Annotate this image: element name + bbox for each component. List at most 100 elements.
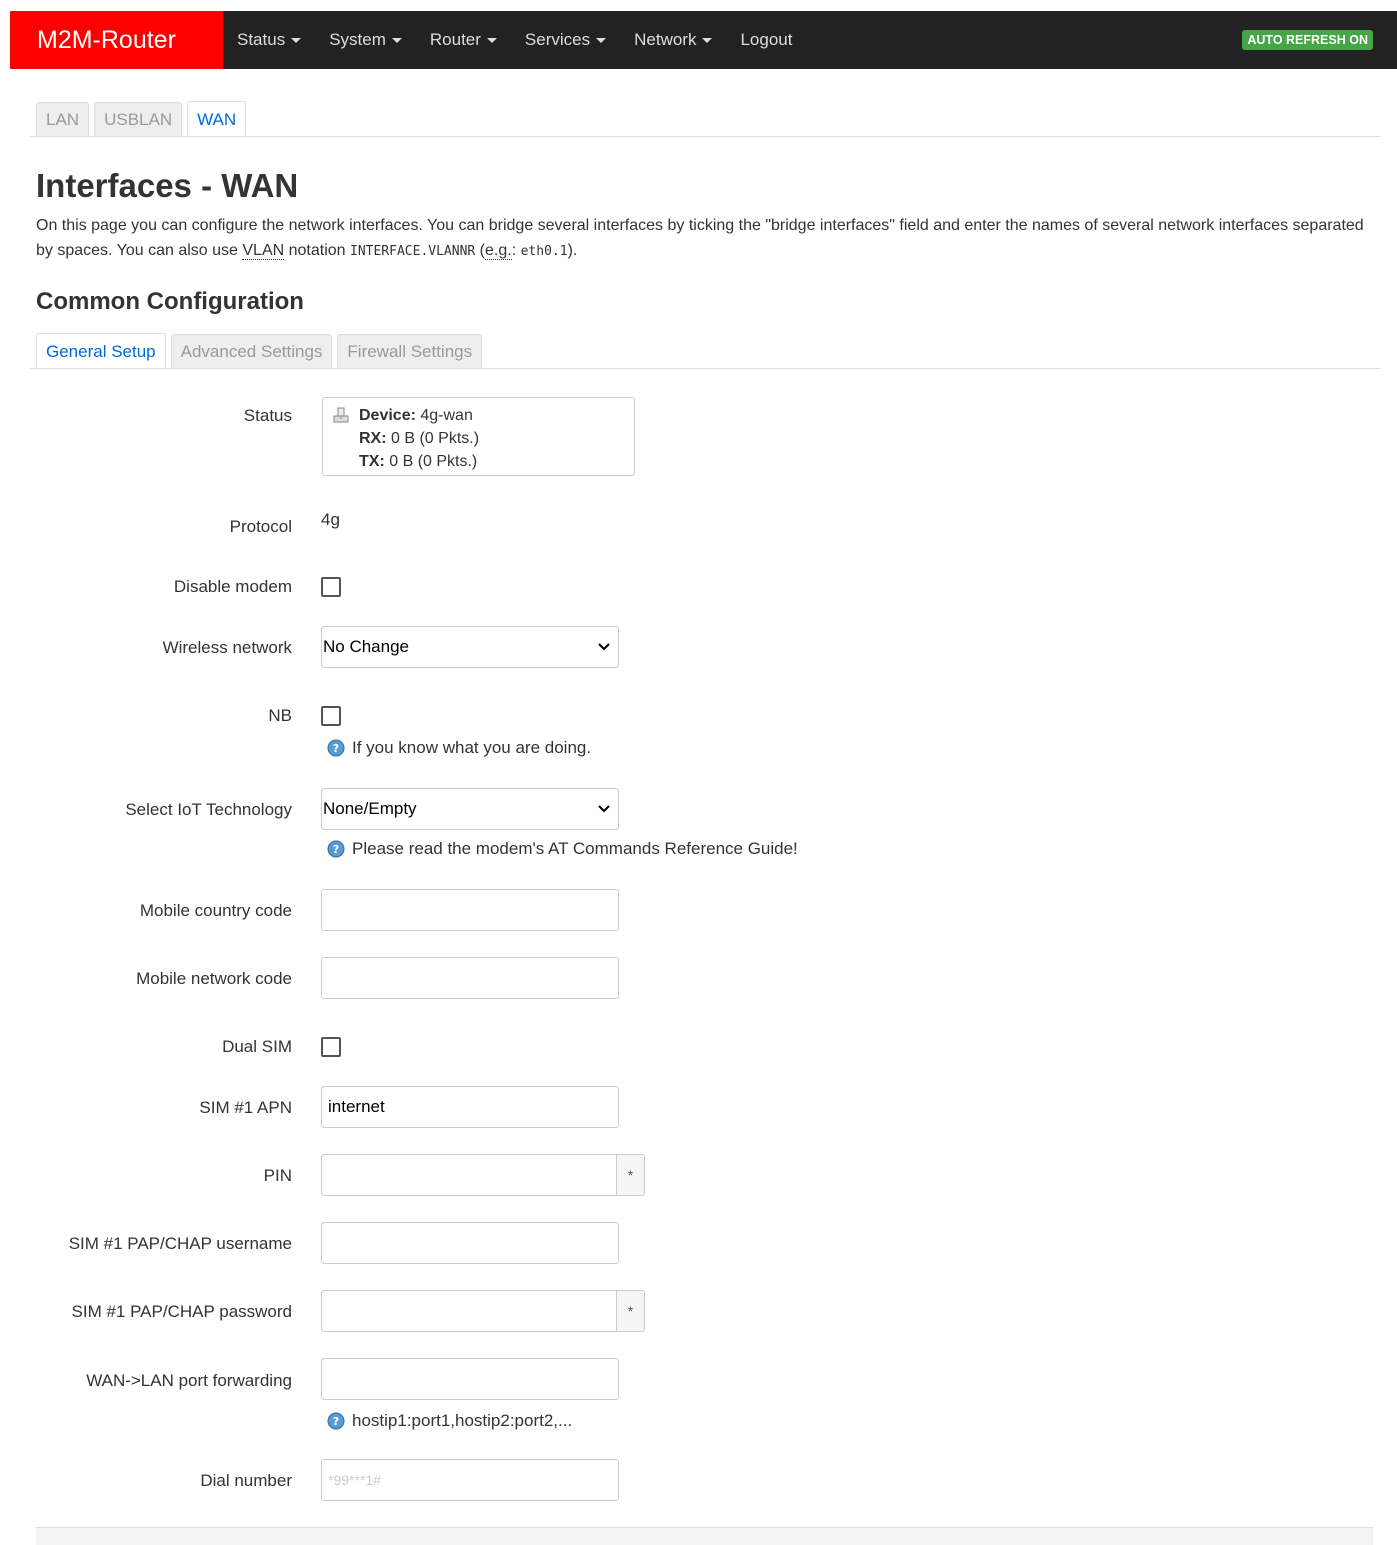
help-text: If you know what you are doing. [352,738,592,757]
pin-input[interactable] [321,1154,617,1196]
nb-checkbox[interactable] [321,706,341,726]
menu-services[interactable]: Services [524,30,607,50]
port-forwarding-label: WAN->LAN port forwarding [86,1371,292,1390]
help-text: Please read the modem's AT Commands Refe… [352,839,798,858]
status-tx: TX: 0 B (0 Pkts.) [359,450,634,473]
mcc-input[interactable] [321,889,619,931]
input-placeholder: *99***1# [328,1472,381,1488]
section-title: Common Configuration [36,288,304,315]
tab-label: USBLAN [104,110,173,129]
tab-firewall-settings[interactable]: Firewall Settings [337,334,483,369]
tab-label: WAN [197,109,237,129]
protocol-label: Protocol [229,517,292,536]
auto-refresh-badge[interactable]: AUTO REFRESH ON [1242,30,1373,50]
status-value: 4g-wan [420,407,473,424]
svg-text:?: ? [333,1415,339,1428]
tab-general-setup[interactable]: General Setup [36,333,166,369]
wireless-network-select[interactable]: No Change [321,626,619,668]
tab-lan[interactable]: LAN [36,102,90,137]
config-tabs: General Setup Advanced Settings Firewall… [36,333,487,369]
interface-tabs: LAN USBLAN WAN [36,101,251,137]
password-reveal-button[interactable]: * [616,1290,645,1332]
pin-label: PIN [263,1166,292,1185]
network-device-icon [333,407,349,423]
help-icon: ? [327,1412,345,1430]
menu-system[interactable]: System [329,30,402,50]
reveal-label: * [627,1303,634,1319]
desc-text: ). [567,242,578,259]
dial-number-label: Dial number [200,1471,292,1490]
desc-code: INTERFACE.VLANNR [350,244,476,259]
wireless-network-label: Wireless network [162,638,292,657]
disable-modem-checkbox[interactable] [321,577,341,597]
status-key: TX: [359,453,385,470]
dual-sim-label: Dual SIM [222,1037,292,1056]
port-forwarding-input[interactable] [321,1358,619,1400]
iot-technology-select[interactable]: None/Empty [321,788,619,830]
mnc-input[interactable] [321,957,619,999]
dial-number-input[interactable]: *99***1# [321,1459,619,1501]
nb-help: ? If you know what you are doing. [327,738,591,758]
caret-down-icon [391,37,402,43]
menu-label: Router [429,30,481,49]
menu-label: System [329,30,386,49]
nb-label: NB [268,706,292,725]
menu-logout[interactable]: Logout [740,30,792,50]
tab-label: Firewall Settings [347,342,473,361]
desc-text: notation [284,242,350,259]
brand-logo[interactable]: M2M-Router [10,11,223,69]
menu-status[interactable]: Status [237,30,302,50]
caret-down-icon [486,37,497,43]
desc-text: : [511,242,521,259]
protocol-value: 4g [321,510,340,529]
menu-label: Network [634,30,697,49]
pin-reveal-button[interactable]: * [616,1154,645,1196]
status-key: RX: [359,430,387,447]
top-navbar: M2M-Router Status System Router Services… [10,11,1397,69]
caret-down-icon [291,37,302,43]
tab-divider [30,136,1380,137]
status-box: Device: 4g-wan RX: 0 B (0 Pkts.) TX: 0 B… [322,397,635,476]
svg-text:?: ? [333,843,339,856]
brand-label: M2M-Router [37,25,176,54]
input-value: internet [328,1097,385,1116]
tab-label: General Setup [46,341,156,361]
reveal-label: * [627,1167,634,1183]
tab-divider [30,368,1380,369]
tab-advanced-settings[interactable]: Advanced Settings [170,334,333,369]
apn-label: SIM #1 APN [199,1098,292,1117]
status-label: Status [243,406,292,425]
status-value: 0 B (0 Pkts.) [389,453,478,470]
menu-label: Logout [740,30,793,49]
caret-down-icon [702,37,713,43]
apn-input[interactable]: internet [321,1086,619,1128]
menu-label: Services [524,30,591,49]
select-value: No Change [323,637,410,656]
help-text: hostip1:port1,hostip2:port2,... [352,1411,573,1430]
tab-usblan[interactable]: USBLAN [94,102,183,137]
password-label: SIM #1 PAP/CHAP password [71,1302,292,1321]
username-label: SIM #1 PAP/CHAP username [68,1234,292,1253]
help-icon: ? [327,840,345,858]
menu-network[interactable]: Network [634,30,713,50]
mnc-label: Mobile network code [136,969,292,988]
eg-abbr: e.g. [485,242,512,260]
page-title: Interfaces - WAN [36,167,299,204]
dual-sim-checkbox[interactable] [321,1037,341,1057]
tab-wan[interactable]: WAN [187,101,247,137]
page-description: On this page you can configure the netwo… [36,213,1366,264]
tab-label: LAN [46,110,80,129]
desc-code: eth0.1 [520,244,568,259]
status-device: Device: 4g-wan [359,404,634,427]
username-input[interactable] [321,1222,619,1264]
caret-down-icon [596,37,607,43]
menu-label: Status [237,30,286,49]
password-input[interactable] [321,1290,617,1332]
iot-help: ? Please read the modem's AT Commands Re… [327,839,798,859]
port-forwarding-help: ? hostip1:port1,hostip2:port2,... [327,1411,572,1431]
disable-modem-label: Disable modem [173,577,292,596]
chevron-down-icon [598,805,610,813]
main-menu: Status System Router Services Network Lo… [237,11,820,69]
status-rx: RX: 0 B (0 Pkts.) [359,427,634,450]
menu-router[interactable]: Router [430,30,497,50]
